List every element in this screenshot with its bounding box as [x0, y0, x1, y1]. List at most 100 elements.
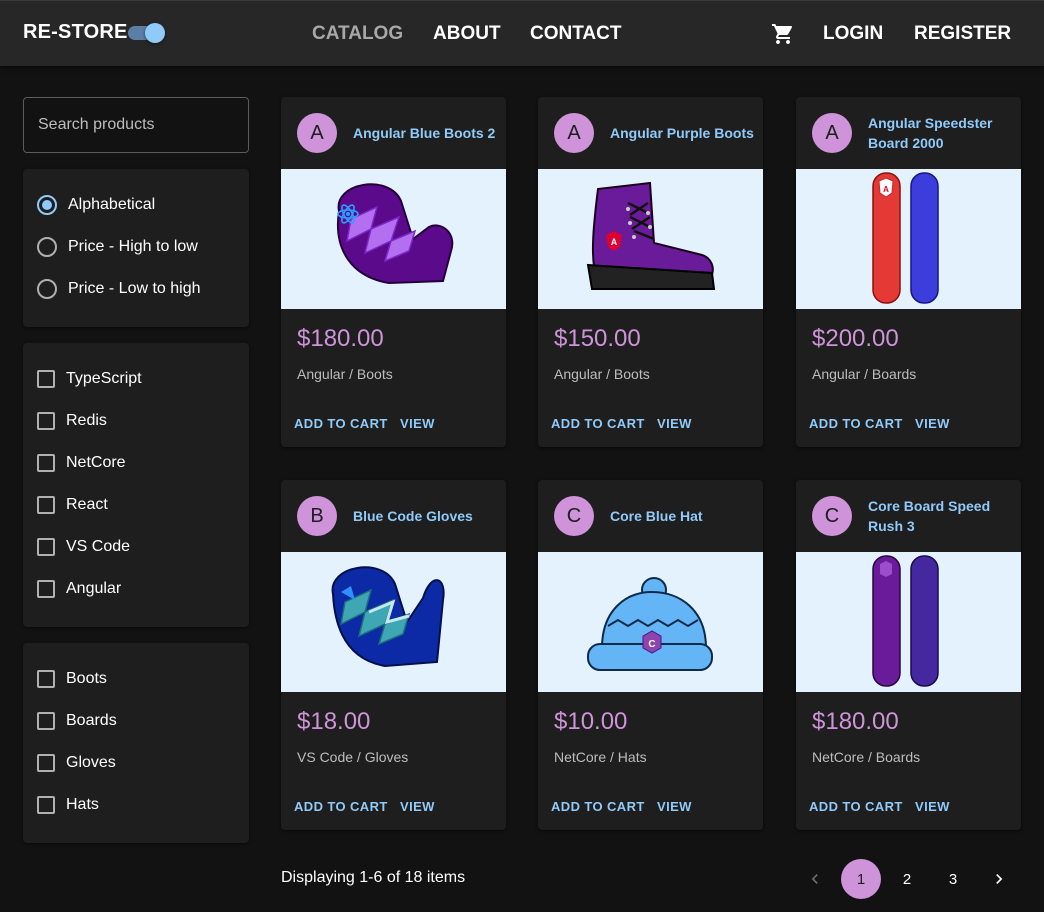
chevron-left-icon[interactable] — [795, 859, 835, 899]
nav-register[interactable]: REGISTER — [914, 23, 1011, 45]
checkbox-icon[interactable] — [37, 754, 55, 772]
page-button-2[interactable]: 2 — [887, 859, 927, 899]
avatar: C — [812, 496, 852, 536]
items-summary: Displaying 1-6 of 18 items — [281, 869, 466, 886]
view-button[interactable]: VIEW — [915, 416, 950, 431]
product-card: C Core Board Speed Rush 3 $180.00 NetCor… — [796, 480, 1021, 830]
product-name[interactable]: Core Board Speed Rush 3 — [868, 480, 1013, 552]
product-brand-type: Angular / Boots — [554, 366, 650, 382]
type-option[interactable]: Boots — [37, 667, 107, 691]
checkbox-icon[interactable] — [37, 412, 55, 430]
add-to-cart-button[interactable]: ADD TO CART — [809, 416, 903, 431]
sort-option-label: Price - High to low — [68, 238, 198, 255]
brand-option[interactable]: Angular — [37, 577, 121, 601]
type-filter-panel: Boots Boards Gloves Hats — [23, 643, 249, 843]
app-bar: RE-STORE CATALOG ABOUT CONTACT LOGIN REG… — [0, 0, 1044, 66]
add-to-cart-button[interactable]: ADD TO CART — [809, 799, 903, 814]
brand-title[interactable]: RE-STORE — [23, 21, 128, 44]
search-field[interactable] — [23, 97, 249, 153]
brand-option-label: Angular — [66, 580, 122, 597]
brand-option-label: VS Code — [66, 538, 131, 555]
brand-option-label: NetCore — [66, 454, 126, 471]
view-button[interactable]: VIEW — [400, 416, 435, 431]
type-option-label: Boots — [66, 670, 107, 687]
toggle-thumb[interactable] — [145, 23, 165, 43]
checkbox-icon[interactable] — [37, 454, 55, 472]
product-image — [281, 552, 506, 692]
avatar: A — [554, 113, 594, 153]
sort-option-label: Price - Low to high — [68, 280, 201, 297]
svg-text:A: A — [883, 185, 889, 194]
search-input[interactable] — [24, 98, 248, 152]
product-image: C — [538, 552, 763, 692]
checkbox-icon[interactable] — [37, 580, 55, 598]
checkbox-icon[interactable] — [37, 496, 55, 514]
chevron-right-icon[interactable] — [979, 859, 1019, 899]
nav-contact[interactable]: CONTACT — [530, 23, 621, 45]
avatar: B — [297, 496, 337, 536]
product-name[interactable]: Angular Purple Boots — [610, 97, 755, 169]
add-to-cart-button[interactable]: ADD TO CART — [551, 799, 645, 814]
product-card: A Angular Purple Boots A $150.00 Angular… — [538, 97, 763, 447]
brand-option-label: React — [66, 496, 108, 513]
type-option[interactable]: Boards — [37, 709, 117, 733]
product-price: $150.00 — [554, 325, 641, 352]
brand-option[interactable]: VS Code — [37, 535, 130, 559]
type-option-label: Boards — [66, 712, 117, 729]
type-option[interactable]: Hats — [37, 793, 99, 817]
add-to-cart-button[interactable]: ADD TO CART — [294, 416, 388, 431]
checkbox-icon[interactable] — [37, 370, 55, 388]
page-button-1[interactable]: 1 — [841, 859, 881, 899]
dark-mode-toggle[interactable] — [128, 23, 165, 43]
page-button-3[interactable]: 3 — [933, 859, 973, 899]
product-name[interactable]: Core Blue Hat — [610, 480, 755, 552]
sort-option-price-asc[interactable]: Price - Low to high — [37, 277, 201, 301]
brand-option-label: TypeScript — [66, 370, 142, 387]
sort-option-label: Alphabetical — [68, 196, 156, 213]
radio-unchecked-icon[interactable] — [37, 237, 57, 257]
checkbox-icon[interactable] — [37, 670, 55, 688]
product-brand-type: Angular / Boards — [812, 366, 917, 382]
product-card: A Angular Speedster Board 2000 A $200.00… — [796, 97, 1021, 447]
product-price: $10.00 — [554, 708, 628, 735]
view-button[interactable]: VIEW — [915, 799, 950, 814]
product-name[interactable]: Blue Code Gloves — [353, 480, 498, 552]
checkbox-icon[interactable] — [37, 796, 55, 814]
shopping-cart-icon[interactable] — [771, 22, 795, 46]
nav-login[interactable]: LOGIN — [823, 23, 883, 45]
sort-option-price-desc[interactable]: Price - High to low — [37, 235, 198, 259]
brand-option[interactable]: Redis — [37, 409, 107, 433]
brand-option[interactable]: React — [37, 493, 108, 517]
product-price: $18.00 — [297, 708, 371, 735]
product-brand-type: Angular / Boots — [297, 366, 393, 382]
nav-about[interactable]: ABOUT — [433, 23, 501, 45]
checkbox-icon[interactable] — [37, 712, 55, 730]
type-option[interactable]: Gloves — [37, 751, 116, 775]
product-price: $180.00 — [812, 708, 899, 735]
product-brand-type: NetCore / Boards — [812, 749, 921, 765]
nav-catalog[interactable]: CATALOG — [312, 23, 403, 45]
product-brand-type: NetCore / Hats — [554, 749, 647, 765]
sort-option-alphabetical[interactable]: Alphabetical — [37, 193, 155, 217]
sort-panel: Alphabetical Price - High to low Price -… — [23, 169, 249, 327]
product-brand-type: VS Code / Gloves — [297, 749, 409, 765]
type-option-label: Hats — [66, 796, 99, 813]
brand-filter-panel: TypeScript Redis NetCore React VS Code A… — [23, 343, 249, 627]
type-option-label: Gloves — [66, 754, 116, 771]
svg-text:A: A — [611, 237, 618, 247]
view-button[interactable]: VIEW — [400, 799, 435, 814]
brand-option[interactable]: NetCore — [37, 451, 126, 475]
checkbox-icon[interactable] — [37, 538, 55, 556]
product-card: A Angular Blue Boots 2 $180.00 Angular /… — [281, 97, 506, 447]
add-to-cart-button[interactable]: ADD TO CART — [294, 799, 388, 814]
radio-checked-icon[interactable] — [37, 195, 57, 215]
add-to-cart-button[interactable]: ADD TO CART — [551, 416, 645, 431]
view-button[interactable]: VIEW — [657, 416, 692, 431]
view-button[interactable]: VIEW — [657, 799, 692, 814]
svg-text:C: C — [648, 639, 655, 650]
product-name[interactable]: Angular Blue Boots 2 — [353, 97, 498, 169]
radio-unchecked-icon[interactable] — [37, 279, 57, 299]
brand-option[interactable]: TypeScript — [37, 367, 142, 391]
avatar: C — [554, 496, 594, 536]
product-name[interactable]: Angular Speedster Board 2000 — [868, 97, 1013, 169]
